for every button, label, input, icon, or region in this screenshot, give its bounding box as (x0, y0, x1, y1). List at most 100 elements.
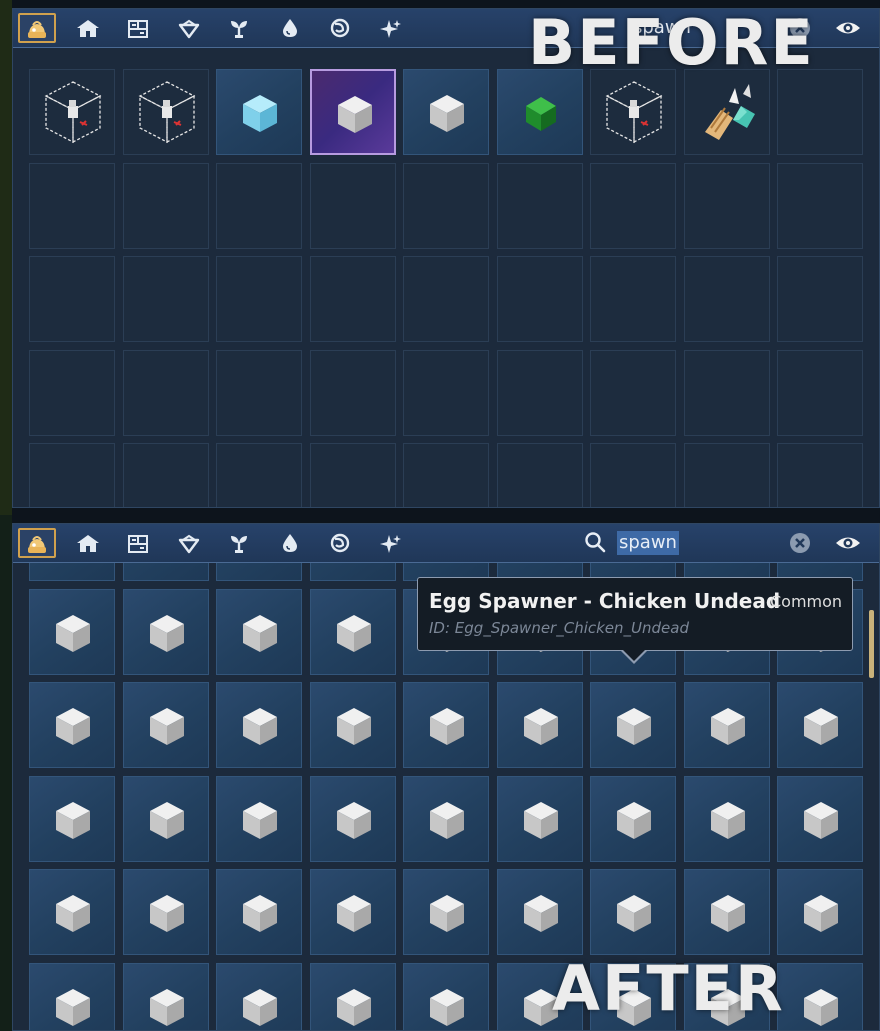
item-slot[interactable] (403, 962, 489, 1030)
empty-slot[interactable] (122, 443, 209, 507)
empty-slot[interactable] (590, 443, 676, 507)
item-slot[interactable] (777, 962, 863, 1030)
empty-slot[interactable] (216, 443, 302, 507)
item-slot[interactable] (216, 69, 302, 155)
category-tab-swirl[interactable] (321, 528, 359, 558)
item-slot[interactable] (683, 775, 770, 862)
category-tab-drop[interactable] (271, 13, 309, 43)
item-slot[interactable] (216, 962, 302, 1030)
item-slot[interactable] (122, 775, 209, 862)
empty-slot[interactable] (683, 443, 770, 507)
item-slot[interactable] (122, 869, 209, 955)
category-tab-drop[interactable] (271, 528, 309, 558)
item-slot[interactable] (403, 869, 489, 955)
empty-slot[interactable] (683, 349, 770, 436)
empty-slot[interactable] (590, 256, 676, 342)
item-slot[interactable] (216, 869, 302, 955)
category-tab-plant[interactable] (220, 528, 258, 558)
item-slot[interactable] (777, 869, 863, 955)
empty-slot[interactable] (590, 349, 676, 436)
item-slot[interactable] (590, 682, 676, 768)
scrollbar-thumb[interactable] (869, 610, 874, 678)
empty-slot[interactable] (309, 349, 396, 436)
empty-slot[interactable] (496, 443, 583, 507)
category-tab-house[interactable] (69, 13, 107, 43)
item-slot[interactable] (29, 682, 115, 768)
item-slot[interactable] (590, 869, 676, 955)
item-slot[interactable] (590, 69, 676, 155)
item-slot[interactable] (777, 775, 863, 862)
item-slot[interactable] (309, 588, 396, 675)
empty-slot[interactable] (403, 162, 489, 249)
category-tab-backpack[interactable] (18, 528, 56, 558)
empty-slot[interactable] (29, 443, 115, 507)
category-tab-house[interactable] (69, 528, 107, 558)
visibility-toggle-icon[interactable] (834, 531, 862, 555)
empty-slot[interactable] (777, 349, 863, 436)
empty-slot[interactable] (309, 162, 396, 249)
category-tab-gem[interactable] (170, 528, 208, 558)
item-slot[interactable] (777, 682, 863, 768)
item-slot[interactable] (403, 69, 489, 155)
search-icon[interactable] (583, 530, 609, 556)
category-tab-plant[interactable] (220, 13, 258, 43)
empty-slot[interactable] (683, 256, 770, 342)
empty-slot[interactable] (403, 443, 489, 507)
visibility-toggle-icon[interactable] (834, 16, 862, 40)
item-slot[interactable] (309, 869, 396, 955)
empty-slot[interactable] (29, 256, 115, 342)
item-slot[interactable] (216, 588, 302, 675)
category-tab-backpack[interactable] (18, 13, 56, 43)
item-slot[interactable] (496, 69, 583, 155)
empty-slot[interactable] (496, 349, 583, 436)
item-slot[interactable] (403, 775, 489, 862)
item-slot[interactable] (216, 682, 302, 768)
empty-slot[interactable] (777, 443, 863, 507)
empty-slot[interactable] (403, 349, 489, 436)
item-slot[interactable] (496, 775, 583, 862)
item-slot[interactable] (122, 588, 209, 675)
empty-slot[interactable] (122, 256, 209, 342)
empty-slot[interactable] (777, 162, 863, 249)
item-slot[interactable] (496, 682, 583, 768)
empty-slot[interactable] (122, 162, 209, 249)
item-slot[interactable] (122, 682, 209, 768)
empty-slot[interactable] (29, 349, 115, 436)
search-text-field[interactable]: spawn (617, 531, 679, 555)
category-tab-sparkle[interactable] (372, 528, 410, 558)
item-slot[interactable] (683, 682, 770, 768)
category-tab-furniture[interactable] (119, 13, 157, 43)
category-tab-furniture[interactable] (119, 528, 157, 558)
category-tab-swirl[interactable] (321, 13, 359, 43)
item-slot[interactable] (590, 775, 676, 862)
item-slot[interactable] (122, 69, 209, 155)
item-slot[interactable] (403, 682, 489, 768)
item-slot[interactable] (29, 69, 115, 155)
item-slot[interactable] (683, 869, 770, 955)
category-tab-gem[interactable] (170, 13, 208, 43)
empty-slot[interactable] (590, 162, 676, 249)
empty-slot[interactable] (309, 443, 396, 507)
empty-slot[interactable] (216, 349, 302, 436)
empty-slot[interactable] (403, 256, 489, 342)
item-slot[interactable] (29, 588, 115, 675)
item-slot[interactable] (683, 69, 770, 155)
empty-slot[interactable] (29, 162, 115, 249)
item-slot[interactable] (29, 962, 115, 1030)
empty-slot[interactable] (683, 162, 770, 249)
item-slot[interactable] (29, 775, 115, 862)
empty-slot[interactable] (777, 69, 863, 155)
item-slot[interactable] (29, 869, 115, 955)
item-slot[interactable] (216, 775, 302, 862)
item-slot[interactable] (496, 869, 583, 955)
empty-slot[interactable] (216, 162, 302, 249)
clear-search-icon[interactable] (788, 531, 812, 555)
empty-slot[interactable] (122, 349, 209, 436)
empty-slot[interactable] (216, 256, 302, 342)
empty-slot[interactable] (777, 256, 863, 342)
empty-slot[interactable] (309, 256, 396, 342)
item-slot[interactable] (309, 962, 396, 1030)
category-tab-sparkle[interactable] (372, 13, 410, 43)
item-slot[interactable] (122, 962, 209, 1030)
empty-slot[interactable] (496, 162, 583, 249)
